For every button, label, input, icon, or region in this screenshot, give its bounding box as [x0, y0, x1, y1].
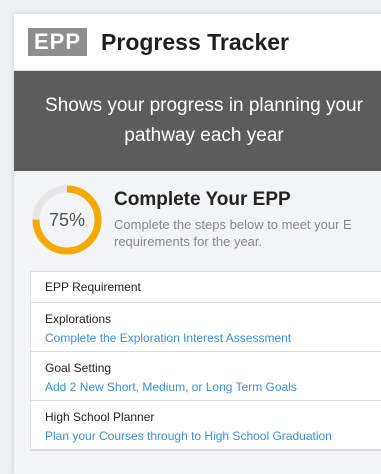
explorations-link[interactable]: Complete the Exploration Interest Assess… [45, 331, 380, 345]
progress-percent: 75% [48, 209, 86, 230]
page-title: Progress Tracker [101, 28, 289, 55]
table-row: High School Planner Plan your Courses th… [31, 401, 381, 450]
summary-description: Complete the steps below to meet your E … [114, 216, 352, 250]
banner: Shows your progress in planning your pat… [14, 71, 381, 171]
row-title-goal-setting: Goal Setting [45, 361, 112, 375]
table-row: Explorations Complete the Exploration In… [31, 303, 381, 352]
header: EPP Progress Tracker [14, 14, 381, 71]
summary-text: Complete Your EPP Complete the steps bel… [114, 183, 352, 250]
table-header: EPP Requirement [31, 272, 381, 303]
epp-logo: EPP [28, 28, 88, 56]
requirements-table: EPP Requirement Explorations Complete th… [30, 271, 381, 451]
summary-description-line2: requirements for the year. [114, 234, 263, 249]
row-title-high-school-planner: High School Planner [45, 410, 155, 424]
completion-summary: 75% Complete Your EPP Complete the steps… [30, 183, 381, 257]
row-title-explorations: Explorations [45, 312, 112, 326]
progress-ring: 75% [30, 183, 104, 257]
banner-text: Shows your progress in planning your pat… [45, 95, 363, 146]
summary-title: Complete Your EPP [114, 189, 291, 210]
main-content: 75% Complete Your EPP Complete the steps… [14, 171, 381, 474]
table-row: Goal Setting Add 2 New Short, Medium, or… [31, 352, 381, 401]
high-school-planner-link[interactable]: Plan your Courses through to High School… [45, 429, 380, 443]
goal-setting-link[interactable]: Add 2 New Short, Medium, or Long Term Go… [45, 380, 380, 394]
summary-description-line1: Complete the steps below to meet your E [114, 217, 352, 232]
progress-tracker-card: EPP Progress Tracker Shows your progress… [14, 14, 381, 474]
